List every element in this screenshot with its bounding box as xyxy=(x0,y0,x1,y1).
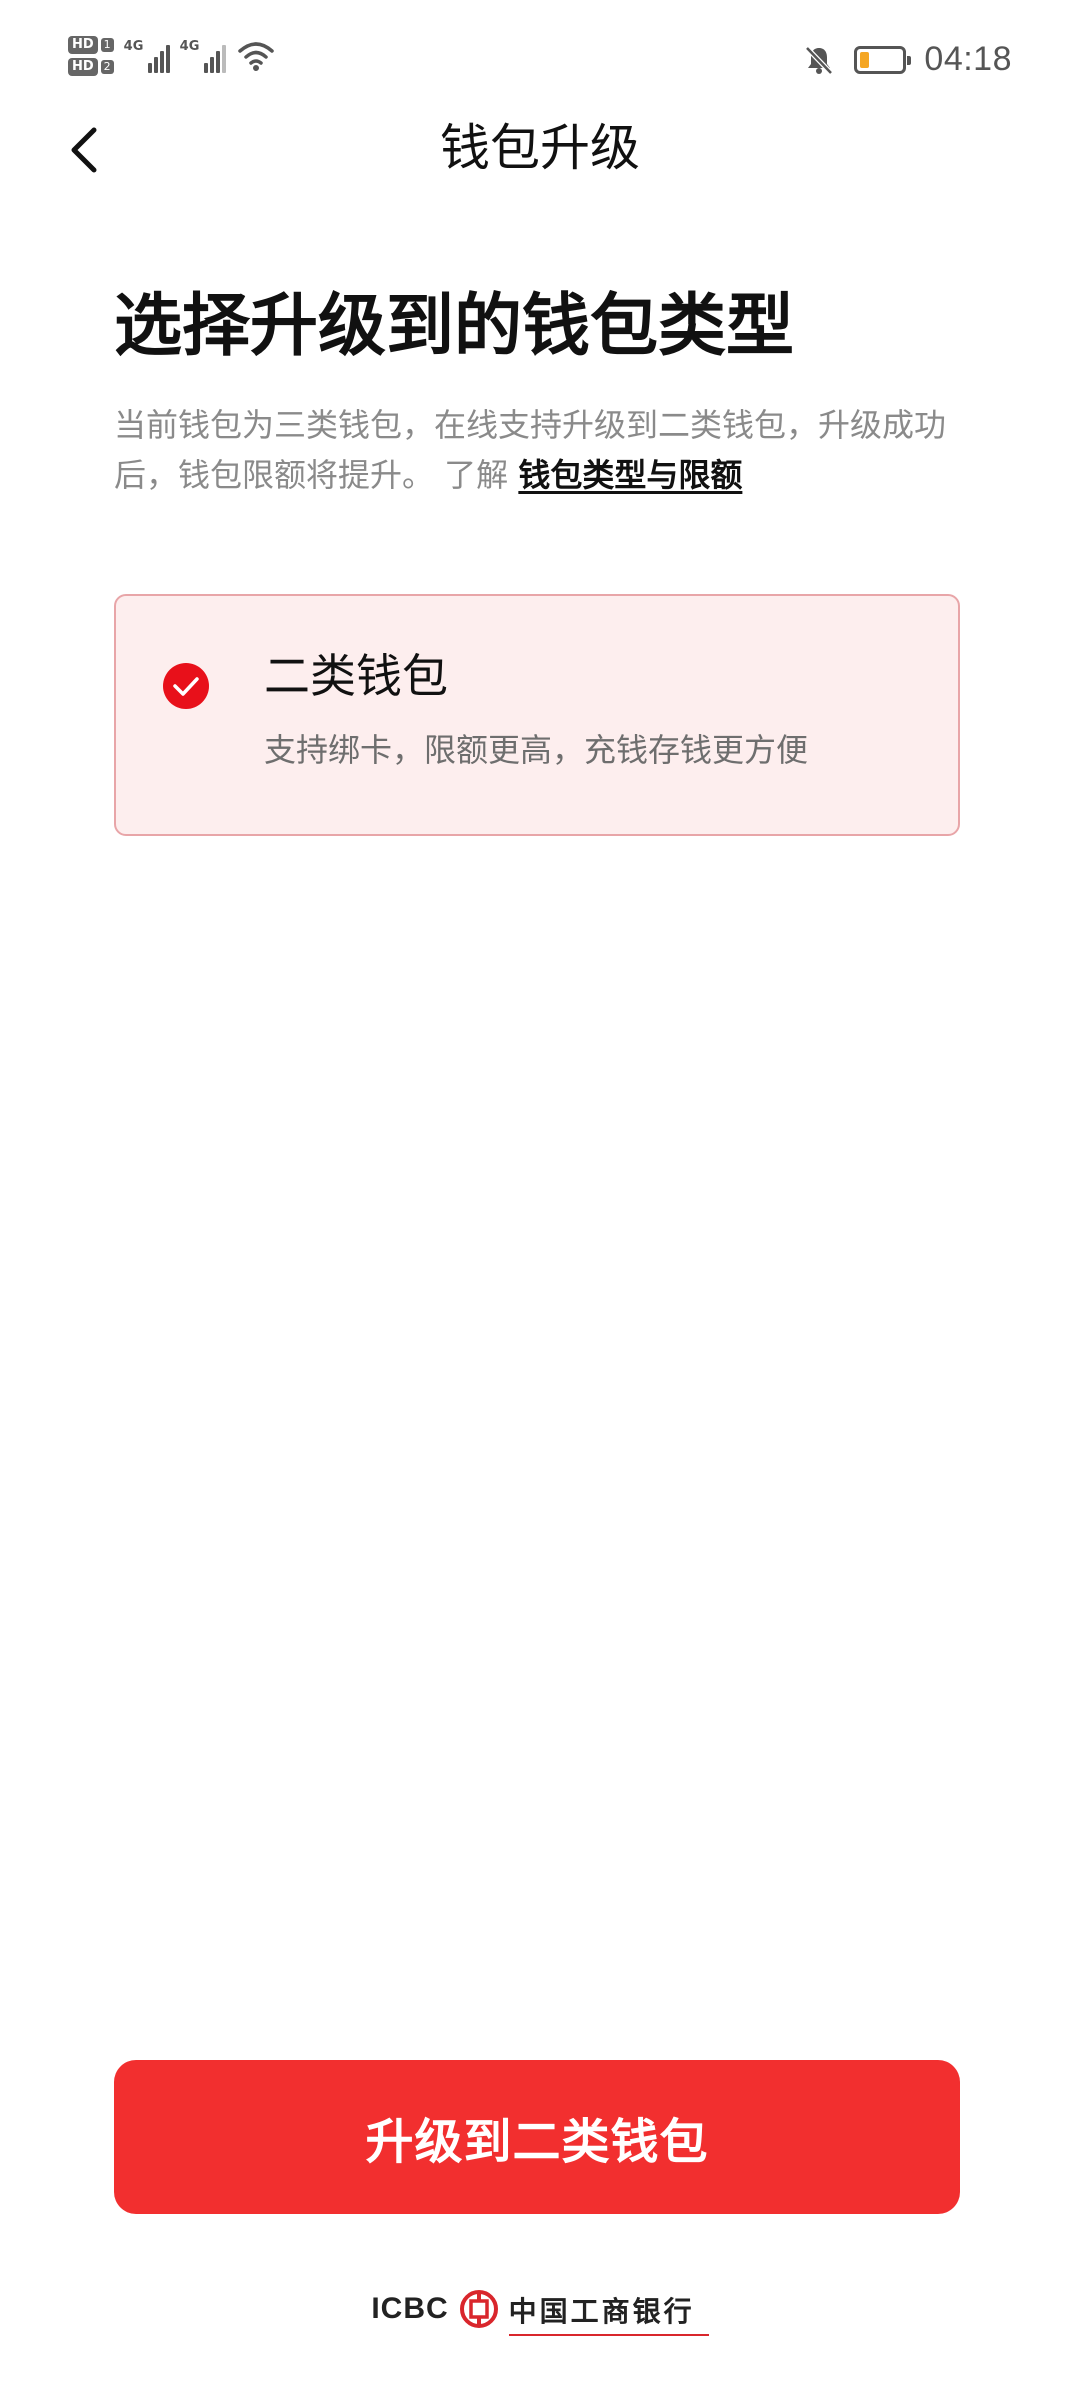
network-type-2: 4G xyxy=(179,39,200,54)
hd-badge-2: HD 2 xyxy=(68,58,114,76)
option-subtitle: 支持绑卡，限额更高，充钱存钱更方便 xyxy=(264,731,809,769)
signal-bar xyxy=(165,45,170,73)
hd-badge-1: HD 1 xyxy=(68,36,114,54)
status-left: HD 1 HD 2 4G 4G xyxy=(68,36,276,76)
icbc-wordmark: ICBC xyxy=(371,2292,449,2325)
signal-icon-2: 4G xyxy=(180,39,226,73)
description: 当前钱包为三类钱包，在线支持升级到二类钱包，升级成功后，钱包限额将提升。 了解 … xyxy=(114,400,964,500)
screen: HD 1 HD 2 4G 4G 04:18 钱包升级 选择升级到的钱包类型 当前… xyxy=(0,0,1080,2388)
signal-bar xyxy=(221,45,226,73)
hd-num-2: 2 xyxy=(100,60,114,74)
signal-bar xyxy=(209,57,214,73)
bank-logo: ICBC 中国工商银行 xyxy=(0,2282,1080,2336)
upgrade-button[interactable]: 升级到二类钱包 xyxy=(114,2060,960,2214)
wallet-option-card[interactable]: 二类钱包 支持绑卡，限额更高，充钱存钱更方便 xyxy=(114,594,960,836)
signal-icon-1: 4G xyxy=(124,39,170,73)
check-circle-icon xyxy=(163,663,209,709)
hd-label-1: HD xyxy=(68,36,98,54)
signal-bar xyxy=(159,51,164,73)
option-title: 二类钱包 xyxy=(264,649,448,703)
status-bar: HD 1 HD 2 4G 4G 04:18 xyxy=(0,0,1080,110)
signal-bar xyxy=(215,51,220,73)
nav-bar: 钱包升级 xyxy=(0,100,1080,200)
status-right: 04:18 xyxy=(802,40,1012,79)
icbc-logo-icon xyxy=(459,2290,498,2328)
page-title: 钱包升级 xyxy=(440,119,640,177)
upgrade-button-label: 升级到二类钱包 xyxy=(365,2114,709,2170)
bell-muted-icon xyxy=(805,45,834,75)
bank-name: 中国工商银行 xyxy=(508,2290,709,2336)
battery-icon xyxy=(854,45,912,74)
hd-num-1: 1 xyxy=(100,38,114,52)
section-title: 选择升级到的钱包类型 xyxy=(114,287,795,366)
network-type-1: 4G xyxy=(123,39,144,54)
hd-label-2: HD xyxy=(68,58,98,76)
signal-bar xyxy=(147,63,152,73)
wallet-types-link[interactable]: 钱包类型与限额 xyxy=(518,456,742,494)
signal-bar xyxy=(153,57,158,73)
battery-fill xyxy=(860,51,870,68)
hd-indicators: HD 1 HD 2 xyxy=(68,36,114,76)
status-time: 04:18 xyxy=(924,40,1012,78)
signal-bar xyxy=(203,63,208,73)
wifi-icon xyxy=(237,42,274,71)
